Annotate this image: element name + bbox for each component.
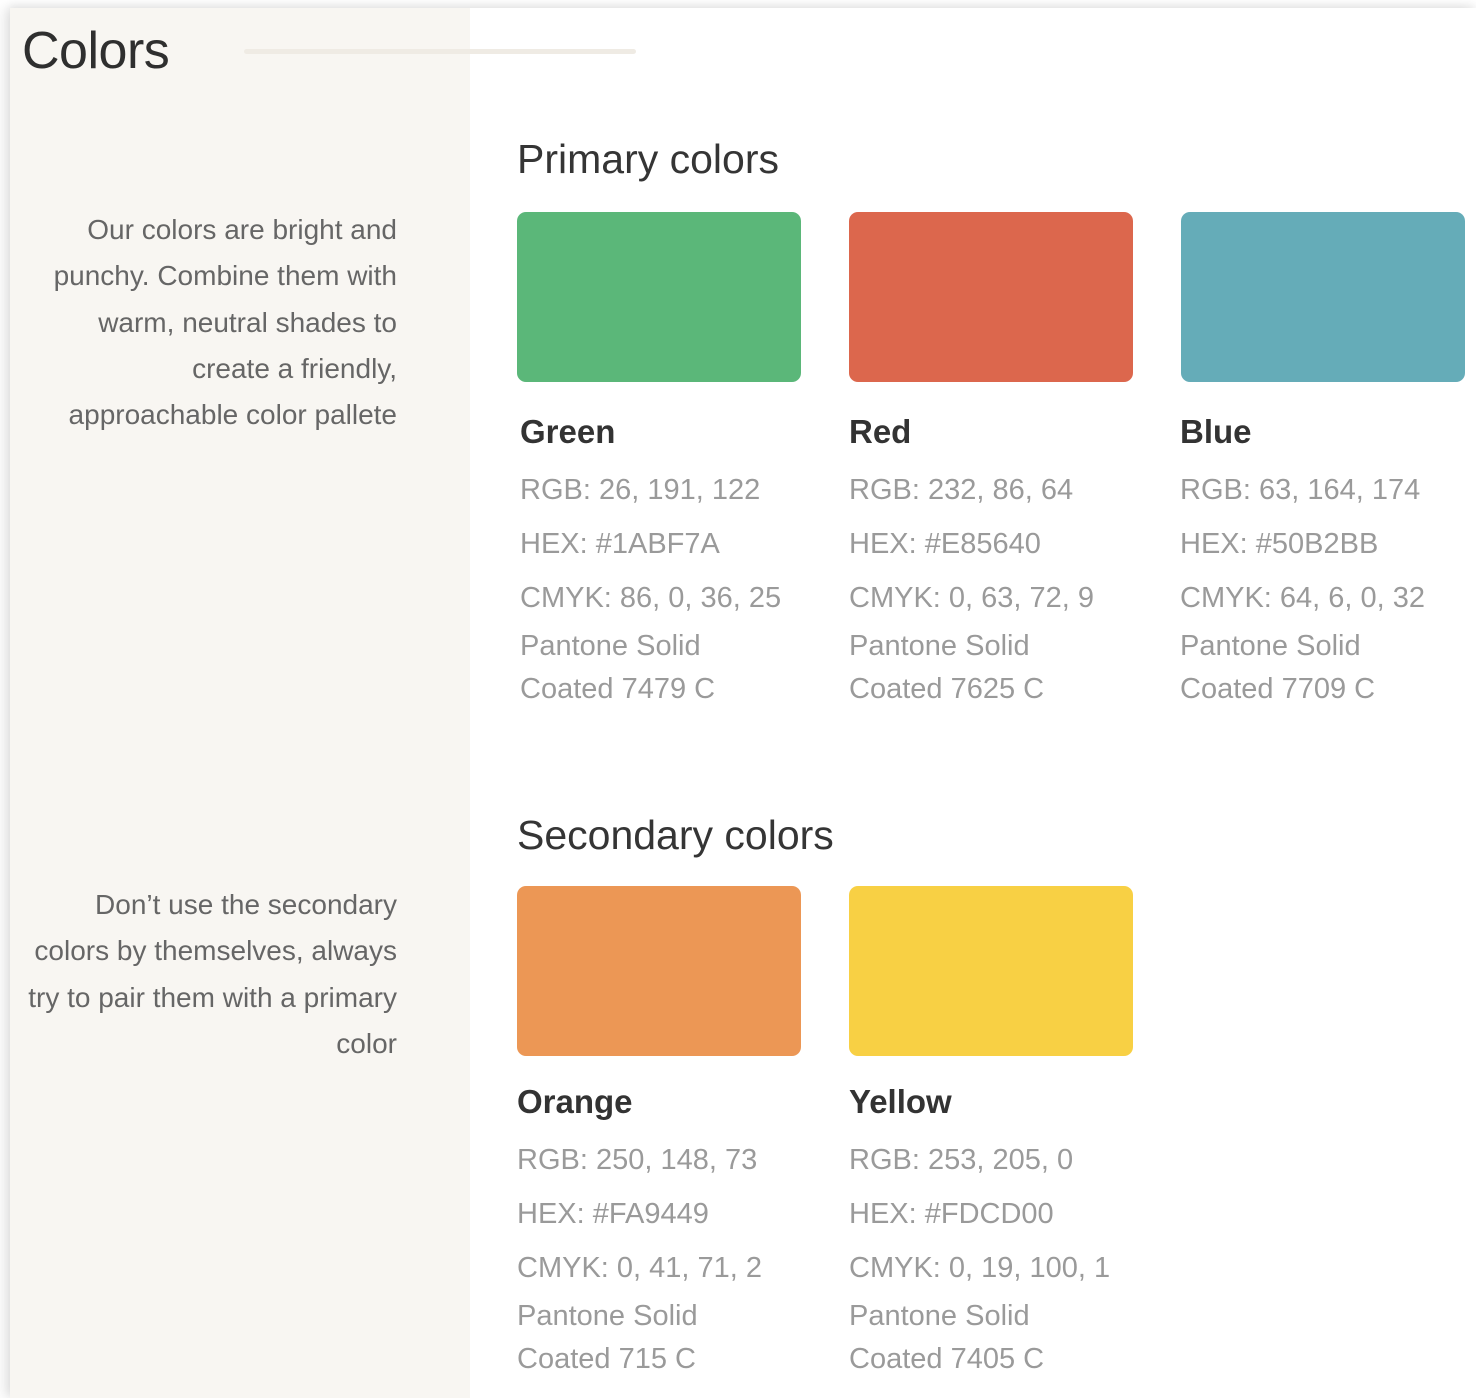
color-specs-green: RGB: 26, 191, 122 HEX: #1ABF7A CMYK: 86,… [520,468,817,630]
hex-value-orange: HEX: #FA9449 [517,1198,709,1230]
secondary-colors-description: Don’t use the secondary colors by themse… [28,889,397,1059]
color-card-green: Green RGB: 26, 191, 122 HEX: #1ABF7A CMY… [517,212,817,711]
color-specs-orange: RGB: 250, 148, 73 HEX: #FA9449 CMYK: 0, … [517,1138,817,1300]
primary-colors-description: Our colors are bright and punchy. Combin… [53,214,397,431]
color-swatch-red[interactable] [849,212,1133,382]
pantone-value-green: Pantone Solid Coated 7479 C [520,625,817,711]
rgb-value-green: RGB: 26, 191, 122 [520,474,761,506]
pantone-line-2-yellow: Coated 7405 C [849,1343,1045,1375]
secondary-colors-heading: Secondary colors [517,812,834,858]
cmyk-value-orange: CMYK: 0, 41, 71, 2 [517,1252,763,1284]
hex-value-yellow: HEX: #FDCD00 [849,1198,1054,1230]
pantone-value-blue: Pantone Solid Coated 7709 C [1180,625,1476,711]
hex-value-blue: HEX: #50B2BB [1180,528,1379,560]
color-name-green: Green [520,413,616,450]
hex-value-red: HEX: #E85640 [849,528,1041,560]
pantone-line-1-blue: Pantone Solid [1180,630,1361,662]
pantone-value-yellow: Pantone Solid Coated 7405 C [849,1295,1149,1381]
rgb-value-yellow: RGB: 253, 205, 0 [849,1144,1074,1176]
cmyk-value-green: CMYK: 86, 0, 36, 25 [520,582,782,614]
pantone-line-1-yellow: Pantone Solid [849,1300,1030,1332]
hex-value-green: HEX: #1ABF7A [520,528,720,560]
rgb-value-orange: RGB: 250, 148, 73 [517,1144,758,1176]
pantone-line-1-orange: Pantone Solid [517,1300,698,1332]
rgb-value-blue: RGB: 63, 164, 174 [1180,474,1421,506]
color-card-yellow: Yellow RGB: 253, 205, 0 HEX: #FDCD00 CMY… [849,886,1149,1381]
page-title: Colors [22,22,170,80]
color-card-red: Red RGB: 232, 86, 64 HEX: #E85640 CMYK: … [849,212,1149,711]
color-name-orange: Orange [517,1083,633,1120]
pantone-line-2-green: Coated 7479 C [520,673,716,705]
color-swatch-yellow[interactable] [849,886,1133,1056]
cmyk-value-red: CMYK: 0, 63, 72, 9 [849,582,1095,614]
color-specs-blue: RGB: 63, 164, 174 HEX: #50B2BB CMYK: 64,… [1180,468,1476,630]
rgb-value-red: RGB: 232, 86, 64 [849,474,1074,506]
color-swatch-orange[interactable] [517,886,801,1056]
cmyk-value-yellow: CMYK: 0, 19, 100, 1 [849,1252,1111,1284]
color-card-blue: Blue RGB: 63, 164, 174 HEX: #50B2BB CMYK… [1180,212,1476,711]
color-card-orange: Orange RGB: 250, 148, 73 HEX: #FA9449 CM… [517,886,817,1381]
color-specs-red: RGB: 232, 86, 64 HEX: #E85640 CMYK: 0, 6… [849,468,1149,630]
color-name-blue: Blue [1180,413,1252,450]
pantone-value-orange: Pantone Solid Coated 715 C [517,1295,817,1381]
color-swatch-blue[interactable] [1181,212,1465,382]
cmyk-value-blue: CMYK: 64, 6, 0, 32 [1180,582,1426,614]
color-name-red: Red [849,413,912,450]
color-specs-yellow: RGB: 253, 205, 0 HEX: #FDCD00 CMYK: 0, 1… [849,1138,1149,1300]
title-divider [244,49,636,54]
pantone-line-2-orange: Coated 715 C [517,1343,696,1375]
pantone-value-red: Pantone Solid Coated 7625 C [849,625,1149,711]
pantone-line-2-blue: Coated 7709 C [1180,673,1376,705]
pantone-line-1-green: Pantone Solid [520,630,701,662]
pantone-line-2-red: Coated 7625 C [849,673,1045,705]
color-swatch-green[interactable] [517,212,801,382]
pantone-line-1-red: Pantone Solid [849,630,1030,662]
primary-colors-heading: Primary colors [517,136,779,182]
color-name-yellow: Yellow [849,1083,952,1120]
